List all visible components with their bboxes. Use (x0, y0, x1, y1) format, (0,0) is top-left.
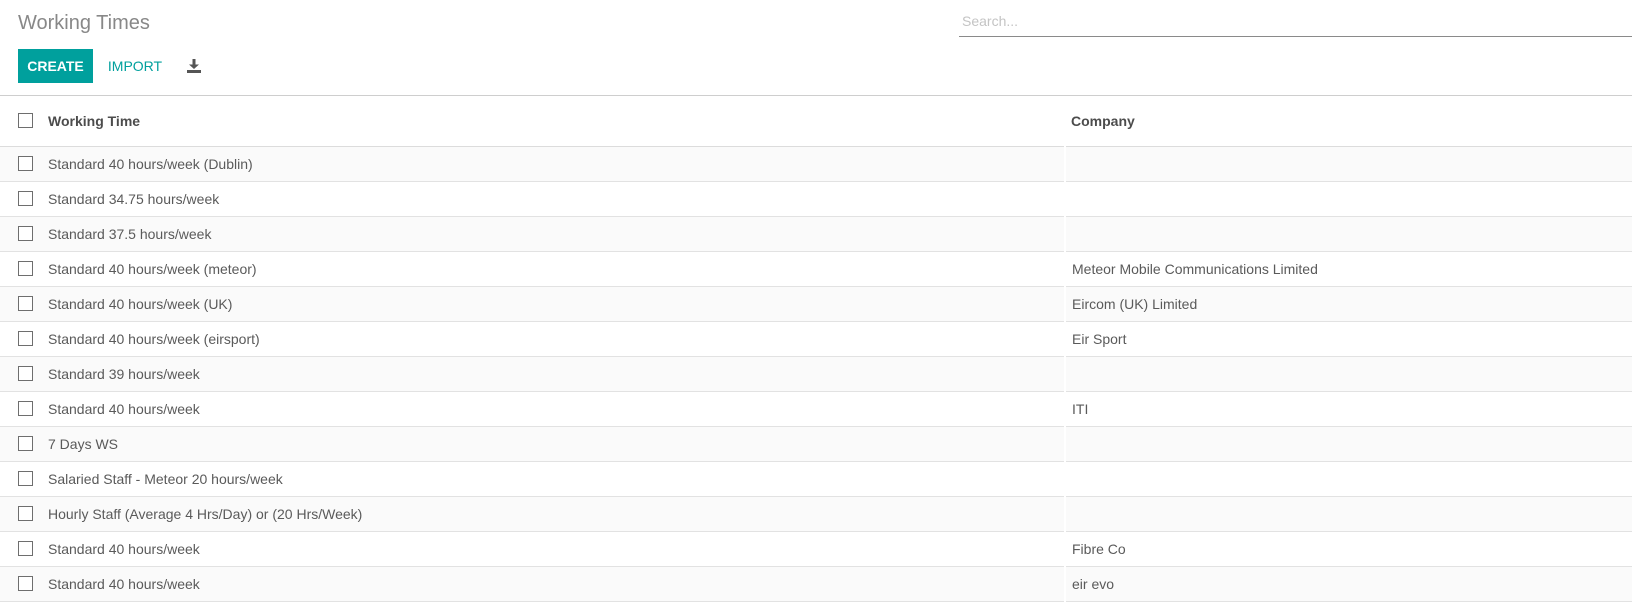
working-time-cell[interactable]: Standard 40 hours/week (Dublin) (48, 146, 1066, 181)
company-cell[interactable]: Meteor Mobile Communications Limited (1065, 251, 1632, 286)
row-select-cell (0, 251, 48, 286)
table-row[interactable]: Standard 40 hours/week ITI (0, 391, 1632, 426)
row-select-cell (0, 496, 48, 531)
row-select-cell (0, 321, 48, 356)
table-row[interactable]: Standard 40 hours/week (meteor) Meteor Mo… (0, 251, 1632, 286)
row-select-cell (0, 181, 48, 216)
working-time-cell[interactable]: Hourly Staff (Average 4 Hrs/Day) or (20 … (48, 496, 1066, 531)
search-bar (959, 8, 1632, 37)
table-row[interactable]: Hourly Staff (Average 4 Hrs/Day) or (20 … (0, 496, 1632, 531)
working-time-cell[interactable]: Standard 40 hours/week (48, 391, 1066, 426)
row-select-cell (0, 461, 48, 496)
table-row[interactable]: Standard 40 hours/week (Dublin) (0, 146, 1632, 181)
table-row[interactable]: Salaried Staff - Meteor 20 hours/week (0, 461, 1632, 496)
column-header-working-time[interactable]: Working Time (48, 96, 1065, 147)
company-cell[interactable] (1065, 426, 1632, 461)
import-button[interactable]: IMPORT (100, 49, 170, 83)
row-checkbox[interactable] (18, 436, 33, 451)
row-select-cell (0, 286, 48, 321)
company-cell[interactable]: eir evo (1065, 566, 1632, 601)
row-select-cell (0, 531, 48, 566)
company-cell[interactable]: ITI (1065, 391, 1632, 426)
table-row[interactable]: 7 Days WS (0, 426, 1632, 461)
select-all-checkbox[interactable] (18, 113, 33, 129)
company-cell[interactable]: Fibre Co (1065, 531, 1632, 566)
working-time-cell[interactable]: Standard 40 hours/week (UK) (48, 286, 1066, 321)
working-time-cell[interactable]: 7 Days WS (48, 426, 1066, 461)
company-cell[interactable] (1065, 356, 1632, 391)
row-checkbox[interactable] (18, 576, 33, 591)
table-row[interactable]: Standard 39 hours/week (0, 356, 1632, 391)
row-checkbox[interactable] (18, 471, 33, 486)
row-select-cell (0, 146, 48, 181)
row-checkbox[interactable] (18, 541, 33, 556)
company-cell[interactable]: Eircom (UK) Limited (1065, 286, 1632, 321)
working-times-table: Working Time Company Standard 40 hours/w… (0, 96, 1632, 602)
company-cell[interactable] (1065, 181, 1632, 216)
row-checkbox[interactable] (18, 331, 33, 346)
row-checkbox[interactable] (18, 296, 33, 311)
working-time-cell[interactable]: Salaried Staff - Meteor 20 hours/week (48, 461, 1066, 496)
row-select-cell (0, 566, 48, 601)
row-select-cell (0, 216, 48, 251)
working-time-cell[interactable]: Standard 34.75 hours/week (48, 181, 1066, 216)
create-button[interactable]: CREATE (18, 49, 93, 83)
table-header-row: Working Time Company (0, 96, 1632, 147)
select-all-cell (0, 96, 48, 147)
download-icon (187, 59, 201, 73)
working-time-cell[interactable]: Standard 39 hours/week (48, 356, 1066, 391)
working-time-cell[interactable]: Standard 40 hours/week (meteor) (48, 251, 1066, 286)
working-time-cell[interactable]: Standard 40 hours/week (48, 531, 1066, 566)
row-checkbox[interactable] (18, 261, 33, 276)
working-time-cell[interactable]: Standard 37.5 hours/week (48, 216, 1066, 251)
company-cell[interactable] (1065, 461, 1632, 496)
row-select-cell (0, 391, 48, 426)
working-time-cell[interactable]: Standard 40 hours/week (48, 566, 1066, 601)
search-input[interactable] (959, 8, 1632, 34)
table-row[interactable]: Standard 34.75 hours/week (0, 181, 1632, 216)
company-cell[interactable] (1065, 216, 1632, 251)
table-row[interactable]: Standard 40 hours/week (UK) Eircom (UK) L… (0, 286, 1632, 321)
column-header-company[interactable]: Company (1065, 96, 1632, 147)
download-button[interactable] (182, 52, 206, 80)
page-title: Working Times (18, 12, 150, 34)
row-checkbox[interactable] (18, 506, 33, 521)
row-checkbox[interactable] (18, 156, 33, 171)
table-row[interactable]: Standard 40 hours/week (eirsport) Eir Spo… (0, 321, 1632, 356)
company-cell[interactable] (1065, 146, 1632, 181)
company-cell[interactable]: Eir Sport (1065, 321, 1632, 356)
table-row[interactable]: Standard 37.5 hours/week (0, 216, 1632, 251)
row-checkbox[interactable] (18, 226, 33, 241)
control-panel: Working Times CREATE IMPORT (0, 0, 1632, 96)
row-select-cell (0, 356, 48, 391)
working-time-cell[interactable]: Standard 40 hours/week (eirsport) (48, 321, 1066, 356)
table-row[interactable]: Standard 40 hours/week eir evo (0, 566, 1632, 601)
row-checkbox[interactable] (18, 366, 33, 381)
row-checkbox[interactable] (18, 191, 33, 206)
table-row[interactable]: Standard 40 hours/week Fibre Co (0, 531, 1632, 566)
company-cell[interactable] (1065, 496, 1632, 531)
row-checkbox[interactable] (18, 401, 33, 416)
row-select-cell (0, 426, 48, 461)
